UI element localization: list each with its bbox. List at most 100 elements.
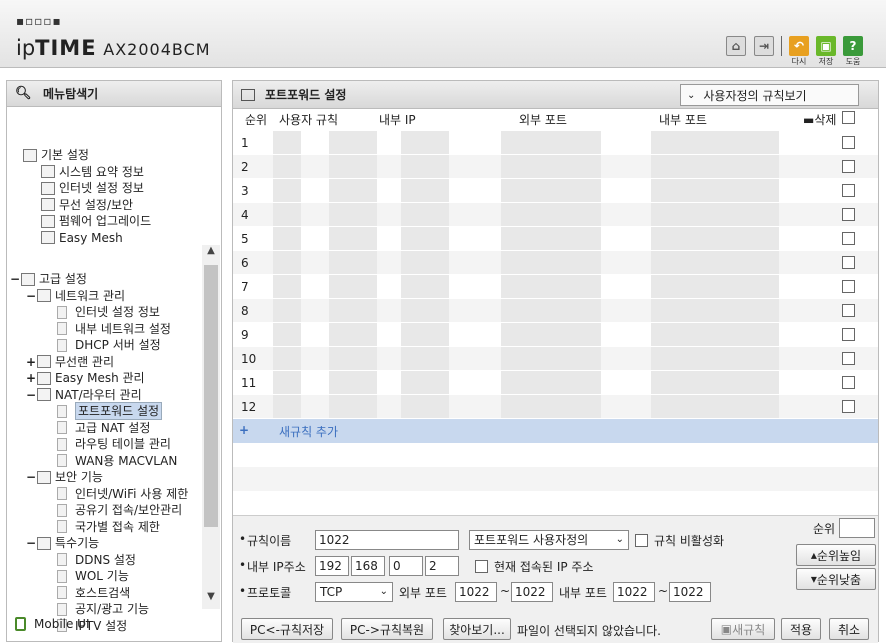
row-delete-checkbox[interactable] bbox=[842, 208, 855, 221]
tree-item[interactable]: 포트포워드 설정 bbox=[57, 402, 163, 420]
current-ip-checkbox[interactable] bbox=[475, 560, 488, 573]
save-label[interactable]: 저장 bbox=[814, 56, 838, 67]
tree-item-basic[interactable]: 시스템 요약 정보 bbox=[41, 164, 144, 180]
tree-item[interactable]: 호스트검색 bbox=[57, 585, 130, 601]
toggle-icon[interactable]: − bbox=[25, 387, 37, 403]
redacted-cell bbox=[701, 395, 751, 418]
ip-octet-3[interactable]: 0 bbox=[389, 556, 423, 576]
int-port-to[interactable]: 1022 bbox=[669, 582, 711, 602]
rule-type-select[interactable]: 포트포워드 사용자정의 ⌄ bbox=[469, 530, 629, 550]
col-delete[interactable]: ▬삭제 bbox=[803, 111, 836, 128]
collapse-icon[interactable]: − bbox=[9, 271, 21, 287]
tree-group[interactable]: + 무선랜 관리 bbox=[25, 354, 114, 370]
rule-view-select[interactable]: ⌄ 사용자정의 규칙보기 bbox=[680, 84, 859, 106]
toggle-icon[interactable]: + bbox=[25, 370, 37, 386]
table-row[interactable]: 3 bbox=[233, 179, 878, 203]
tree-advanced-settings[interactable]: − 고급 설정 bbox=[9, 271, 87, 287]
table-row[interactable]: 12 bbox=[233, 395, 878, 419]
logout-icon[interactable]: ⇥ bbox=[754, 36, 774, 56]
apply-button[interactable]: 적용 bbox=[781, 618, 821, 640]
table-row[interactable]: 2 bbox=[233, 155, 878, 179]
row-delete-checkbox[interactable] bbox=[842, 280, 855, 293]
add-rule-row[interactable]: + 새규칙 추가 bbox=[233, 419, 878, 443]
row-delete-checkbox[interactable] bbox=[842, 136, 855, 149]
tree-item-basic[interactable]: 펌웨어 업그레이드 bbox=[41, 213, 151, 229]
tree-item[interactable]: DDNS 설정 bbox=[57, 552, 136, 568]
row-delete-checkbox[interactable] bbox=[842, 160, 855, 173]
tree-scrollbar[interactable]: ▲ ▼ bbox=[202, 245, 220, 609]
help-label[interactable]: 도움 bbox=[841, 56, 865, 67]
table-row[interactable]: 10 bbox=[233, 347, 878, 371]
toggle-icon[interactable]: − bbox=[25, 288, 37, 304]
int-port-from[interactable]: 1022 bbox=[613, 582, 655, 602]
mobile-ui-link[interactable]: Mobile UI bbox=[15, 617, 90, 631]
redacted-cell bbox=[751, 275, 779, 298]
table-row[interactable]: 4 bbox=[233, 203, 878, 227]
tree-item[interactable]: DHCP 서버 설정 bbox=[57, 337, 161, 353]
table-row[interactable]: 5 bbox=[233, 227, 878, 251]
restore-from-pc-button[interactable]: PC->규칙복원 bbox=[341, 618, 433, 640]
row-delete-checkbox[interactable] bbox=[842, 328, 855, 341]
help-icon[interactable]: ? bbox=[843, 36, 863, 56]
scroll-up-icon[interactable]: ▲ bbox=[202, 245, 220, 261]
save-icon[interactable]: ▣ bbox=[816, 36, 836, 56]
tree-item[interactable]: 공유기 접속/보안관리 bbox=[57, 502, 182, 518]
table-row[interactable]: 1 bbox=[233, 131, 878, 155]
save-to-pc-button[interactable]: PC<-규칙저장 bbox=[241, 618, 333, 640]
row-delete-checkbox[interactable] bbox=[842, 184, 855, 197]
toggle-icon[interactable]: − bbox=[25, 535, 37, 551]
order-up-button[interactable]: ▴ 순위높임 bbox=[796, 544, 876, 566]
tree-item-basic[interactable]: 인터넷 설정 정보 bbox=[41, 180, 144, 196]
tree-item-basic[interactable]: Easy Mesh bbox=[41, 230, 123, 246]
order-input[interactable] bbox=[839, 518, 875, 538]
tree-item[interactable]: 내부 네트워크 설정 bbox=[57, 321, 171, 337]
home-icon[interactable]: ⌂ bbox=[726, 36, 746, 56]
table-row[interactable]: 9 bbox=[233, 323, 878, 347]
tree-item[interactable]: WAN용 MACVLAN bbox=[57, 453, 177, 469]
undo-label[interactable]: 다시 bbox=[787, 56, 811, 67]
table-row[interactable]: 11 bbox=[233, 371, 878, 395]
table-row[interactable]: 8 bbox=[233, 299, 878, 323]
scroll-thumb[interactable] bbox=[204, 265, 218, 527]
ip-octet-4[interactable]: 2 bbox=[425, 556, 459, 576]
ext-port-from[interactable]: 1022 bbox=[455, 582, 497, 602]
file-status: 파일이 선택되지 않았습니다. bbox=[517, 624, 661, 638]
protocol-select[interactable]: TCP ⌄ bbox=[315, 582, 393, 602]
cancel-button[interactable]: 취소 bbox=[829, 618, 869, 640]
tree-group[interactable]: + Easy Mesh 관리 bbox=[25, 370, 145, 386]
tree-group[interactable]: − NAT/라우터 관리 bbox=[25, 387, 142, 403]
tree-item-basic[interactable]: 무선 설정/보안 bbox=[41, 197, 133, 213]
new-rule-button[interactable]: ▣ 새규칙 bbox=[711, 618, 775, 640]
tree-item[interactable]: 인터넷/WiFi 사용 제한 bbox=[57, 486, 188, 502]
tree-item[interactable]: 인터넷 설정 정보 bbox=[57, 304, 160, 320]
ip-octet-1[interactable]: 192 bbox=[315, 556, 349, 576]
ext-port-to[interactable]: 1022 bbox=[511, 582, 553, 602]
toggle-icon[interactable]: + bbox=[25, 354, 37, 370]
order-down-button[interactable]: ▾ 순위낮춤 bbox=[796, 568, 876, 590]
rule-name-input[interactable]: 1022 bbox=[315, 530, 459, 550]
select-all-checkbox[interactable] bbox=[842, 111, 855, 124]
toggle-icon[interactable]: − bbox=[25, 469, 37, 485]
tree-basic-settings[interactable]: 기본 설정 bbox=[23, 147, 89, 163]
table-row[interactable]: 6 bbox=[233, 251, 878, 275]
tree-group[interactable]: − 보안 기능 bbox=[25, 469, 103, 485]
scroll-down-icon[interactable]: ▼ bbox=[202, 591, 220, 607]
undo-icon[interactable]: ↶ bbox=[789, 36, 809, 56]
browse-button[interactable]: 찾아보기... bbox=[443, 618, 511, 640]
disable-rule-checkbox[interactable] bbox=[635, 534, 648, 547]
tree-group[interactable]: − 특수기능 bbox=[25, 535, 99, 551]
tree-group[interactable]: − 네트워크 관리 bbox=[25, 288, 125, 304]
row-delete-checkbox[interactable] bbox=[842, 376, 855, 389]
row-delete-checkbox[interactable] bbox=[842, 352, 855, 365]
tree-item[interactable]: WOL 기능 bbox=[57, 568, 129, 584]
row-delete-checkbox[interactable] bbox=[842, 304, 855, 317]
ip-octet-2[interactable]: 168 bbox=[351, 556, 385, 576]
tree-item[interactable]: 공지/광고 기능 bbox=[57, 601, 149, 617]
table-row[interactable]: 7 bbox=[233, 275, 878, 299]
row-delete-checkbox[interactable] bbox=[842, 256, 855, 269]
tree-item[interactable]: 고급 NAT 설정 bbox=[57, 420, 150, 436]
row-delete-checkbox[interactable] bbox=[842, 400, 855, 413]
tree-item[interactable]: 라우팅 테이블 관리 bbox=[57, 436, 171, 452]
tree-item[interactable]: 국가별 접속 제한 bbox=[57, 519, 160, 535]
row-delete-checkbox[interactable] bbox=[842, 232, 855, 245]
